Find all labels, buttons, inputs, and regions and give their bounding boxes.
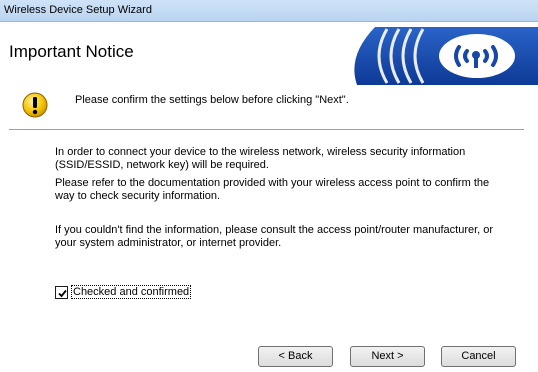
info-paragraph-2: Please refer to the documentation provid… <box>55 177 525 203</box>
info-text-line: (SSID/ESSID, network key) will be requir… <box>55 159 269 171</box>
wireless-banner <box>347 27 538 85</box>
page-title: Important Notice <box>9 42 134 61</box>
checkmark-icon <box>58 289 67 298</box>
confirm-checkbox-label[interactable]: Checked and confirmed <box>71 285 192 299</box>
warning-icon <box>22 92 48 118</box>
info-paragraph-1: In order to connect your device to the w… <box>55 146 525 172</box>
info-text-line: Please refer to the documentation provid… <box>55 177 490 189</box>
back-button[interactable]: < Back <box>258 346 333 367</box>
notice-text: Please confirm the settings below before… <box>75 94 349 106</box>
wizard-window: Wireless Device Setup Wizard Important N… <box>0 0 538 372</box>
info-paragraph-3: If you couldn't find the information, pl… <box>55 224 525 250</box>
cancel-button[interactable]: Cancel <box>441 346 516 367</box>
info-text-line: If you couldn't find the information, pl… <box>55 224 494 236</box>
separator <box>9 129 524 131</box>
info-text-line: your system administrator, or internet p… <box>55 237 282 249</box>
title-bar[interactable]: Wireless Device Setup Wizard <box>0 0 538 22</box>
next-button[interactable]: Next > <box>350 346 425 367</box>
wireless-signal-icon <box>354 27 538 85</box>
confirm-checkbox[interactable] <box>55 286 68 299</box>
window-title: Wireless Device Setup Wizard <box>4 4 152 16</box>
info-text-line: way to check security information. <box>55 190 221 202</box>
info-text-line: In order to connect your device to the w… <box>55 146 466 158</box>
